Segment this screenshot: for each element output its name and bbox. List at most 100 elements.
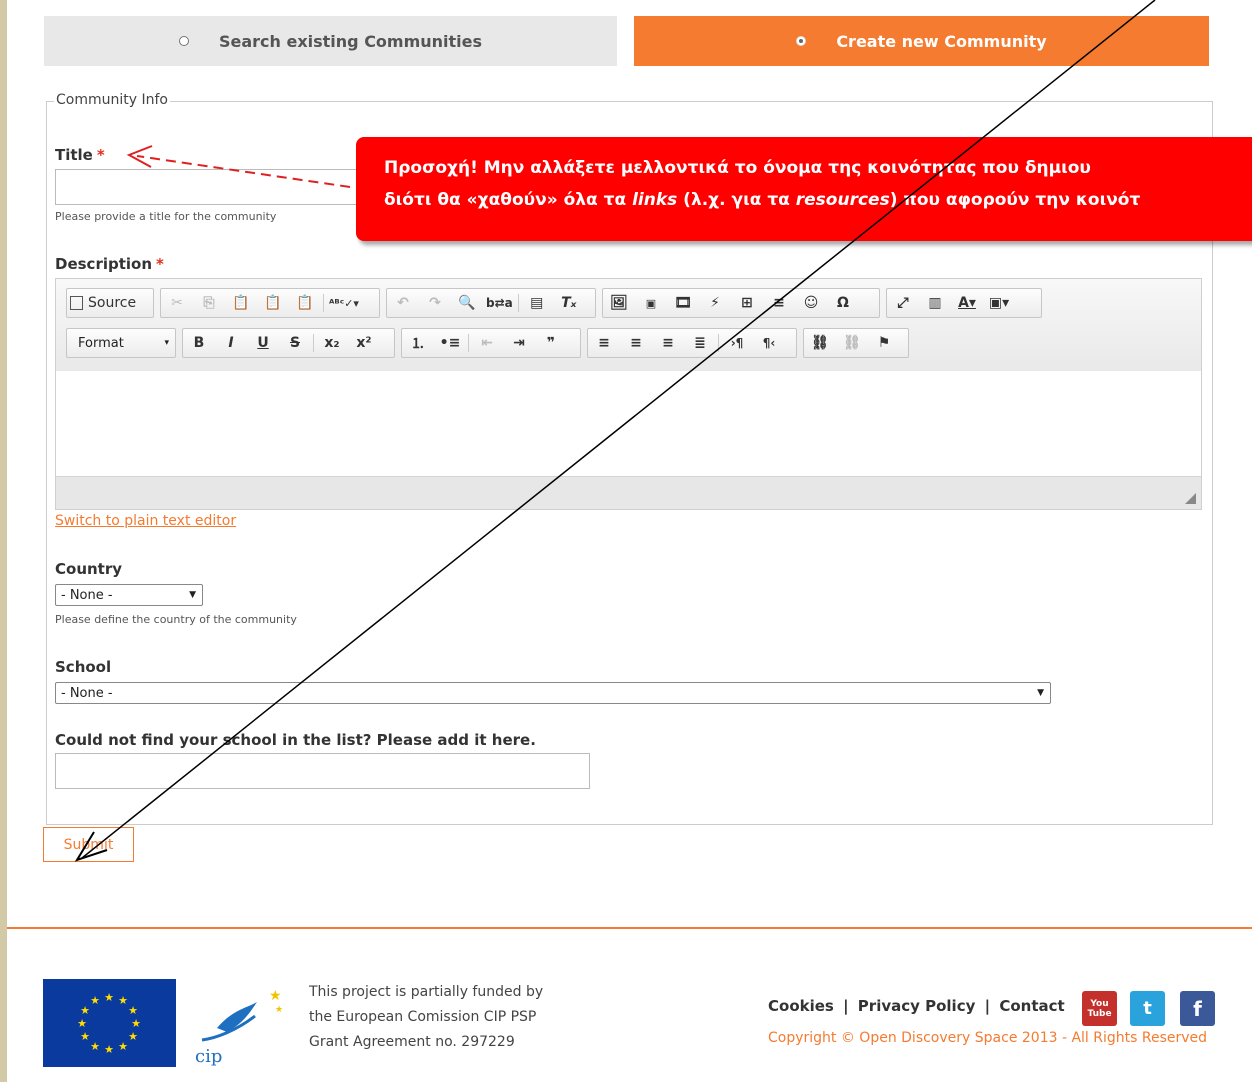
format-label: Format	[78, 335, 124, 351]
image-icon[interactable]: 🖼	[603, 291, 635, 315]
toolbar-group-basic: B I U S x₂ x²	[182, 328, 395, 358]
horizontal-line-icon[interactable]: ≡	[763, 291, 795, 315]
table-icon[interactable]: ⊞	[731, 291, 763, 315]
select-all-icon[interactable]: ▤	[521, 291, 553, 315]
svg-text:★: ★	[128, 1004, 138, 1017]
smiley-icon[interactable]: ☺	[795, 291, 827, 315]
align-justify-icon[interactable]: ≣	[684, 331, 716, 355]
redo-icon[interactable]: ↷	[419, 291, 451, 315]
source-label: Source	[88, 295, 137, 311]
create-radio-icon[interactable]	[796, 36, 807, 46]
school-select[interactable]: - None - ▼	[55, 682, 1051, 704]
remove-format-icon[interactable]: Tₓ	[553, 291, 585, 315]
paste-icon[interactable]: 📋	[225, 291, 257, 315]
cookies-link[interactable]: Cookies	[768, 997, 834, 1015]
blockquote-icon[interactable]: ❞	[535, 331, 567, 355]
bg-color-icon[interactable]: ▣▾	[983, 291, 1015, 315]
format-dropdown[interactable]: Format ▾	[66, 328, 176, 358]
required-mark: *	[156, 255, 164, 273]
country-select[interactable]: - None - ▼	[55, 584, 203, 606]
callout-text: (λ.χ. για τα	[677, 190, 796, 210]
paste-text-icon[interactable]: 📋	[257, 291, 289, 315]
twitter-label: t	[1143, 998, 1152, 1019]
bulleted-list-icon[interactable]: •≡	[434, 331, 466, 355]
rtl-icon[interactable]: ¶‹	[753, 331, 785, 355]
strike-icon[interactable]: S	[279, 331, 311, 355]
callout-text: διότι θα «χαθούν» όλα τα	[384, 190, 633, 210]
footer-links: Cookies | Privacy Policy | Contact	[768, 997, 1065, 1015]
spellcheck-icon[interactable]: ᴬᴮᶜ✓▾	[326, 291, 362, 315]
subscript-icon[interactable]: x₂	[316, 331, 348, 355]
media-icon[interactable]: 🎞	[667, 291, 699, 315]
indent-icon[interactable]: ⇥	[503, 331, 535, 355]
youtube-icon[interactable]: You Tube	[1082, 991, 1117, 1026]
flash-icon[interactable]: ⚡	[699, 291, 731, 315]
copy-icon[interactable]: ⎘	[193, 291, 225, 315]
text-color-icon[interactable]: A▾	[951, 291, 983, 315]
svg-text:★: ★	[131, 1017, 141, 1030]
editor-status-bar	[56, 476, 1201, 509]
cut-icon[interactable]: ✂	[161, 291, 193, 315]
toolbar-group-tools: ⤢ ▥ A▾ ▣▾	[886, 288, 1042, 318]
youtube-icon[interactable]: ▣	[635, 291, 667, 315]
show-blocks-icon[interactable]: ▥	[919, 291, 951, 315]
twitter-icon[interactable]: t	[1130, 991, 1165, 1026]
italic-icon[interactable]: I	[215, 331, 247, 355]
numbered-list-icon[interactable]: ⒈	[402, 331, 434, 355]
submit-button[interactable]: Submit	[43, 827, 134, 862]
svg-text:★: ★	[90, 1040, 100, 1053]
contact-link[interactable]: Contact	[999, 997, 1064, 1015]
special-char-icon[interactable]: Ω	[827, 291, 859, 315]
undo-icon[interactable]: ↶	[387, 291, 419, 315]
svg-text:★: ★	[275, 1005, 283, 1015]
search-communities-tab[interactable]: Search existing Communities	[44, 16, 617, 66]
toolbar-group-list: ⒈ •≡ ⇤ ⇥ ❞	[401, 328, 581, 358]
unlink-icon[interactable]: ⛓	[836, 331, 868, 355]
dropdown-arrow-icon: ▼	[1037, 688, 1044, 698]
toolbar-separator	[313, 334, 314, 352]
toolbar-separator	[718, 334, 719, 352]
align-right-icon[interactable]: ≡	[652, 331, 684, 355]
underline-icon[interactable]: U	[247, 331, 279, 355]
create-tab-label: Create new Community	[836, 31, 1047, 51]
svg-text:★: ★	[80, 1004, 90, 1017]
title-hint: Please provide a title for the community	[55, 210, 277, 223]
search-radio-icon[interactable]	[178, 36, 189, 46]
rich-text-editor: Source ✂ ⎘ 📋 📋 📋 ᴬᴮᶜ✓▾ ↶ ↷ 🔍 b⇄a ▤ Tₓ 🖼 …	[55, 278, 1202, 510]
cip-logo: ★ ★ cip	[187, 980, 287, 1068]
align-center-icon[interactable]: ≡	[620, 331, 652, 355]
maximize-icon[interactable]: ⤢	[887, 291, 919, 315]
outdent-icon[interactable]: ⇤	[471, 331, 503, 355]
callout-text-italic: links	[632, 190, 678, 210]
link-icon[interactable]: ⛓	[804, 331, 836, 355]
toolbar-group-insert: 🖼 ▣ 🎞 ⚡ ⊞ ≡ ☺ Ω	[602, 288, 880, 318]
fieldset-legend: Community Info	[54, 92, 170, 108]
svg-text:★: ★	[128, 1030, 138, 1043]
toolbar-group-edit: ↶ ↷ 🔍 b⇄a ▤ Tₓ	[386, 288, 596, 318]
school-selected-value: - None -	[61, 685, 113, 701]
toolbar-group-source: Source	[66, 288, 154, 318]
resize-grip-icon[interactable]	[1185, 493, 1196, 504]
find-icon[interactable]: 🔍	[451, 291, 483, 315]
ltr-icon[interactable]: ›¶	[721, 331, 753, 355]
bold-icon[interactable]: B	[183, 331, 215, 355]
editor-content-area[interactable]	[56, 371, 1201, 477]
toolbar-separator	[517, 294, 519, 312]
toolbar-group-links: ⛓ ⛓ ⚑	[803, 328, 909, 358]
superscript-icon[interactable]: x²	[348, 331, 380, 355]
funding-text: This project is partially funded by the …	[309, 980, 543, 1055]
paste-word-icon[interactable]: 📋	[289, 291, 321, 315]
anchor-flag-icon[interactable]: ⚑	[868, 331, 900, 355]
toolbar-group-align: ≡ ≡ ≡ ≣ ›¶ ¶‹	[587, 328, 797, 358]
replace-icon[interactable]: b⇄a	[483, 291, 516, 315]
source-button[interactable]: Source	[67, 291, 139, 315]
switch-plain-text-link[interactable]: Switch to plain text editor	[55, 513, 236, 529]
align-left-icon[interactable]: ≡	[588, 331, 620, 355]
callout-text: ) που αφορούν την κοινότ	[889, 190, 1141, 210]
privacy-policy-link[interactable]: Privacy Policy	[858, 997, 976, 1015]
svg-text:★: ★	[80, 1030, 90, 1043]
create-community-tab[interactable]: Create new Community	[634, 16, 1209, 66]
facebook-icon[interactable]: f	[1180, 991, 1215, 1026]
svg-text:★: ★	[118, 994, 128, 1007]
add-school-input[interactable]	[55, 753, 590, 789]
